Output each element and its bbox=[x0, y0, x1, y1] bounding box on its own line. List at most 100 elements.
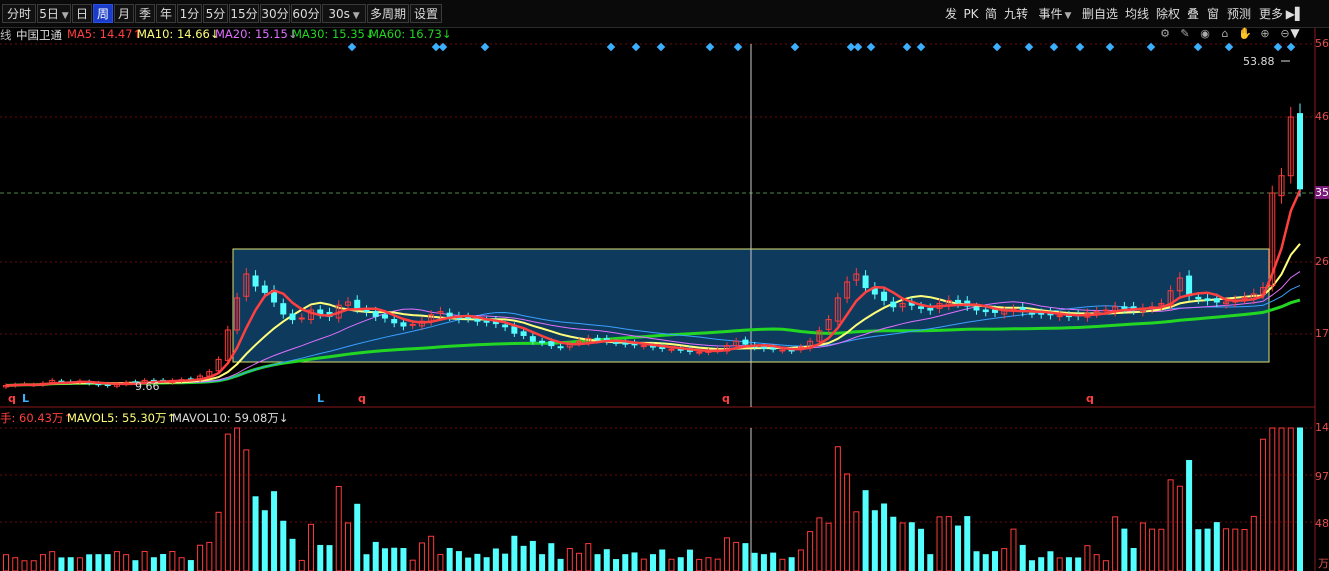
volume-bar[interactable] bbox=[834, 446, 841, 571]
volume-bar[interactable] bbox=[215, 511, 222, 571]
volume-bar[interactable] bbox=[400, 548, 407, 571]
volume-bar[interactable] bbox=[825, 522, 832, 571]
volume-bar[interactable] bbox=[446, 547, 453, 571]
candle[interactable] bbox=[918, 306, 925, 309]
volume-bar[interactable] bbox=[677, 557, 684, 571]
event-diamond[interactable] bbox=[902, 42, 912, 52]
volume-bar[interactable] bbox=[576, 552, 583, 571]
volume-bar[interactable] bbox=[1019, 544, 1026, 571]
volume-bar[interactable] bbox=[1084, 545, 1091, 571]
volume-bar[interactable] bbox=[474, 553, 481, 571]
volume-bar[interactable] bbox=[483, 557, 490, 571]
candle[interactable] bbox=[973, 307, 980, 311]
candle[interactable] bbox=[613, 341, 620, 344]
volume-bar[interactable] bbox=[372, 541, 379, 571]
volume-bar[interactable] bbox=[1287, 427, 1294, 571]
volume-bar[interactable] bbox=[890, 516, 897, 571]
volume-bar[interactable] bbox=[742, 543, 749, 571]
candle[interactable] bbox=[955, 299, 962, 304]
volume-bar[interactable] bbox=[465, 557, 472, 571]
volume-bar[interactable] bbox=[206, 541, 213, 571]
candle[interactable] bbox=[760, 346, 767, 349]
candle[interactable] bbox=[594, 337, 601, 341]
volume-bar[interactable] bbox=[391, 547, 398, 571]
candle[interactable] bbox=[381, 314, 388, 319]
volume-bar[interactable] bbox=[492, 548, 499, 571]
volume-bar[interactable] bbox=[723, 537, 730, 571]
candle[interactable] bbox=[1038, 312, 1045, 315]
volume-bar[interactable] bbox=[1010, 528, 1017, 571]
volume-bar[interactable] bbox=[150, 557, 157, 571]
candle[interactable] bbox=[668, 348, 675, 351]
volume-bar[interactable] bbox=[243, 449, 250, 571]
volume-bar[interactable] bbox=[21, 560, 28, 571]
volume-bar[interactable] bbox=[95, 554, 102, 571]
volume-bar[interactable] bbox=[1112, 516, 1119, 571]
volume-bar[interactable] bbox=[529, 540, 536, 571]
candle[interactable] bbox=[298, 317, 305, 320]
volume-bar[interactable] bbox=[1102, 560, 1109, 571]
volume-bar[interactable] bbox=[418, 542, 425, 571]
volume-bar[interactable] bbox=[1093, 554, 1100, 571]
event-diamond[interactable] bbox=[705, 42, 715, 52]
volume-bar[interactable] bbox=[816, 517, 823, 571]
volume-bar[interactable] bbox=[271, 491, 278, 571]
volume-bar[interactable] bbox=[797, 549, 804, 571]
volume-bar[interactable] bbox=[751, 552, 758, 571]
candle[interactable] bbox=[280, 303, 287, 315]
volume-bar[interactable] bbox=[289, 538, 296, 571]
volume-bar[interactable] bbox=[1260, 438, 1267, 571]
event-diamond[interactable] bbox=[790, 42, 800, 52]
volume-bar[interactable] bbox=[86, 554, 93, 571]
candle[interactable] bbox=[770, 346, 777, 350]
volume-bar[interactable] bbox=[123, 554, 130, 571]
volume-bar[interactable] bbox=[1278, 427, 1285, 571]
volume-bar[interactable] bbox=[12, 557, 19, 571]
volume-bar[interactable] bbox=[224, 433, 231, 571]
volume-bar[interactable] bbox=[908, 522, 915, 571]
volume-bar[interactable] bbox=[1047, 551, 1054, 571]
candle[interactable] bbox=[890, 301, 897, 308]
volume-bar[interactable] bbox=[686, 549, 693, 571]
candle[interactable] bbox=[548, 341, 555, 347]
candle[interactable] bbox=[881, 291, 888, 301]
volume-bar[interactable] bbox=[1065, 557, 1072, 571]
volume-bar[interactable] bbox=[1223, 528, 1230, 571]
candle[interactable] bbox=[409, 323, 416, 326]
volume-bar[interactable] bbox=[585, 543, 592, 571]
volume-bar[interactable] bbox=[234, 427, 241, 571]
volume-bar[interactable] bbox=[548, 543, 555, 571]
candle[interactable] bbox=[511, 326, 518, 334]
volume-bar[interactable] bbox=[862, 490, 869, 571]
volume-bar[interactable] bbox=[1001, 548, 1008, 571]
candle[interactable] bbox=[982, 309, 989, 313]
volume-bar[interactable] bbox=[511, 535, 518, 571]
candle[interactable] bbox=[446, 312, 453, 317]
pen-icon[interactable]: ✎ bbox=[1178, 27, 1192, 41]
volume-bar[interactable] bbox=[298, 559, 305, 571]
volume-bar[interactable] bbox=[982, 554, 989, 571]
volume-bar[interactable] bbox=[344, 522, 351, 571]
volume-bar[interactable] bbox=[1232, 528, 1239, 571]
candle[interactable] bbox=[1213, 298, 1220, 303]
volume-bar[interactable] bbox=[308, 523, 315, 571]
layers-icon[interactable]: ⌂ bbox=[1218, 27, 1232, 41]
volume-bar[interactable] bbox=[317, 544, 324, 571]
candle[interactable] bbox=[696, 351, 703, 354]
event-diamond[interactable] bbox=[992, 42, 1002, 52]
volume-bar[interactable] bbox=[871, 510, 878, 571]
volume-bar[interactable] bbox=[252, 496, 259, 571]
volume-bar[interactable] bbox=[779, 558, 786, 571]
volume-bar[interactable] bbox=[770, 552, 777, 571]
volume-bar[interactable] bbox=[613, 559, 620, 571]
volume-bar[interactable] bbox=[428, 535, 435, 571]
candle[interactable] bbox=[391, 319, 398, 324]
volume-bar[interactable] bbox=[363, 554, 370, 571]
volume-bar[interactable] bbox=[67, 557, 74, 571]
candle[interactable] bbox=[474, 319, 481, 322]
volume-bar[interactable] bbox=[659, 549, 666, 571]
candle[interactable] bbox=[520, 331, 527, 336]
volume-bar[interactable] bbox=[76, 557, 83, 571]
candle[interactable] bbox=[529, 336, 536, 342]
volume-bar[interactable] bbox=[280, 520, 287, 571]
